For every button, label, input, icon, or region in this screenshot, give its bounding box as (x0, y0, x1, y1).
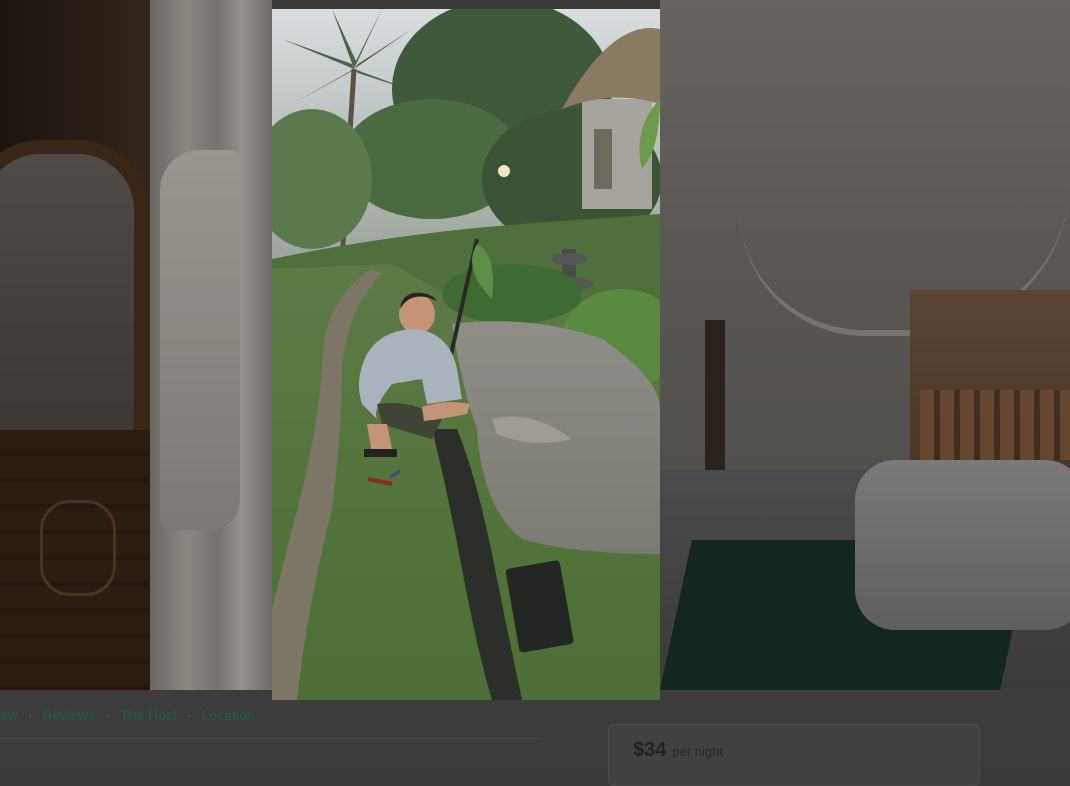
wooden-chest (0, 430, 150, 690)
nav-link-reviews[interactable]: Reviews (43, 707, 96, 723)
nightly-price: $34 per night (633, 739, 723, 762)
nav-link-location[interactable]: Location (202, 707, 255, 723)
nav-link-the-host[interactable]: The Host (120, 707, 177, 723)
booking-card: $34 per night (608, 724, 980, 786)
previous-photo[interactable] (0, 0, 272, 690)
listing-section-nav: ew · Reviews · The Host · Location (0, 705, 255, 725)
nav-separator: · (27, 707, 33, 723)
mirror-frame (0, 140, 148, 468)
price-unit: per night (672, 744, 723, 759)
garden-pond-photo (272, 9, 660, 700)
nav-link-overview[interactable]: ew (0, 707, 18, 723)
current-photo[interactable] (272, 9, 660, 700)
pillow (855, 460, 1070, 630)
section-divider (0, 738, 540, 739)
price-amount: $34 (633, 739, 667, 761)
next-photo[interactable] (660, 0, 1070, 690)
nav-separator: · (186, 707, 192, 723)
nav-separator: · (105, 707, 111, 723)
